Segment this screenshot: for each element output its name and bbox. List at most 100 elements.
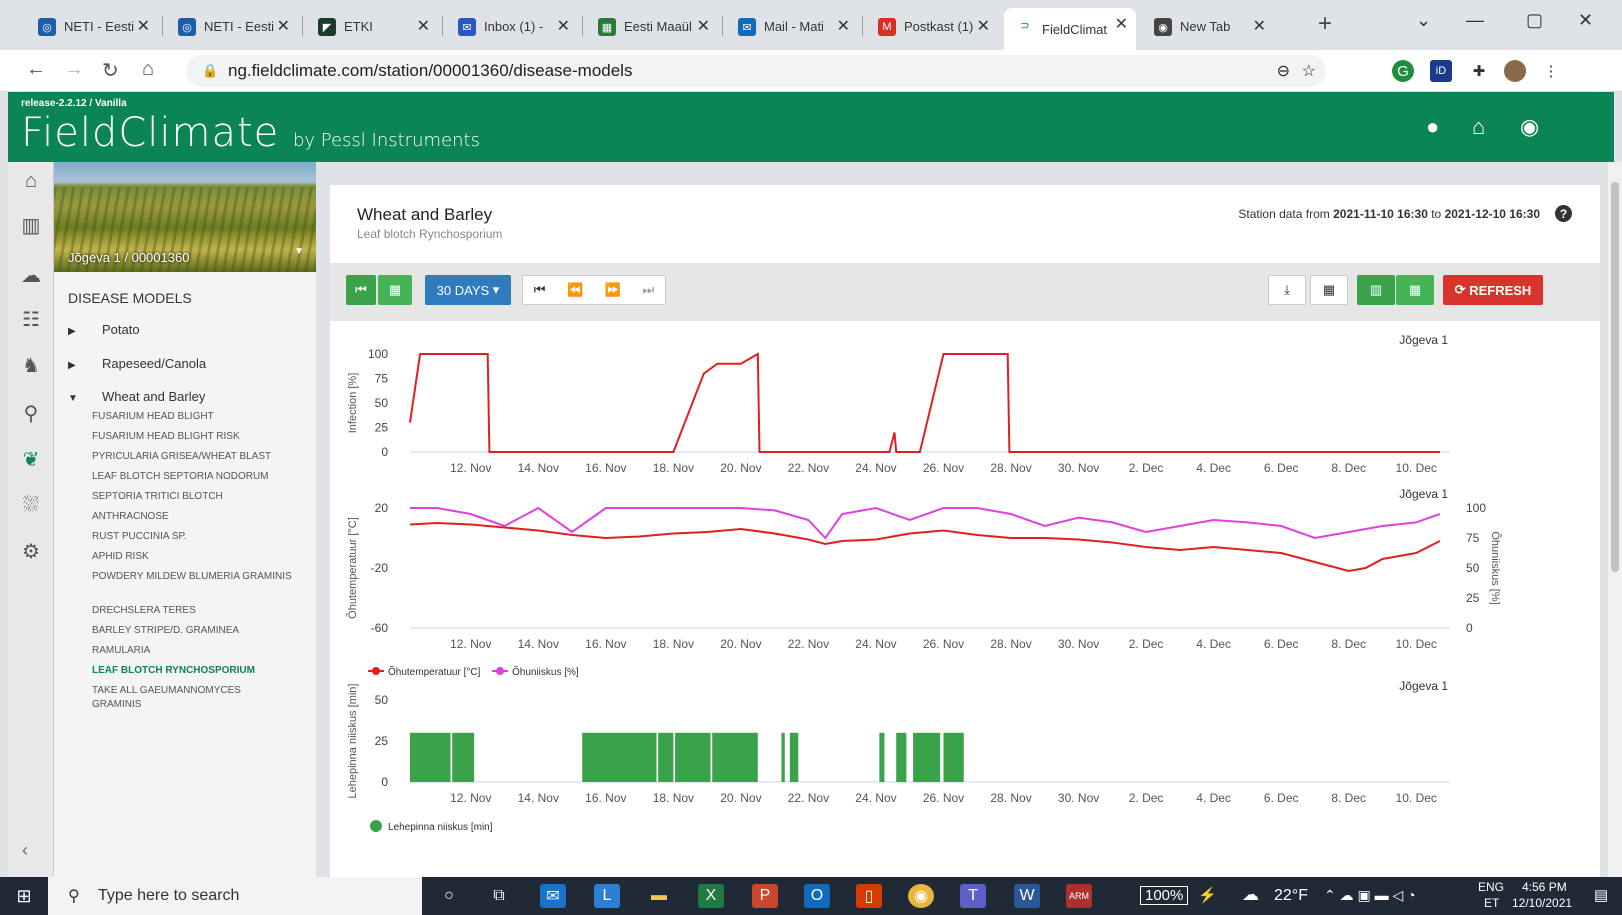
tray-icons[interactable]: ⌃ ☁ ▣ ▬ ◁ ◔ — [1324, 887, 1416, 904]
calendar-button[interactable]: ▦ — [378, 275, 412, 305]
taskbar-search[interactable]: ⚲ Type here to search — [48, 877, 422, 915]
browser-tab[interactable]: ⊃ FieldClimat ✕ — [1004, 8, 1136, 50]
chevron-down-icon[interactable]: ▼ — [294, 246, 304, 257]
task-view-icon[interactable]: ⧉ — [486, 884, 512, 908]
browser-tab[interactable]: ◎ NETI - Eesti ✕ — [166, 10, 298, 42]
browser-tab[interactable]: ✉ Inbox (1) - ✕ — [446, 10, 578, 42]
mail-app-icon[interactable]: ✉ — [540, 884, 566, 908]
close-window-icon[interactable]: ✕ — [1578, 10, 1593, 31]
sidebar-model-item[interactable]: RAMULARIA — [92, 644, 292, 658]
windows-start-icon[interactable]: ⊞ — [11, 884, 37, 908]
excel-icon[interactable]: X — [698, 884, 724, 908]
arm-app-icon[interactable]: ARM — [1066, 884, 1092, 908]
table-button[interactable]: ▦ — [1310, 275, 1348, 305]
back-icon[interactable]: ← — [26, 58, 46, 81]
irrigation-icon[interactable]: ⛆ — [18, 492, 44, 518]
scrollbar[interactable] — [1608, 162, 1622, 877]
tab-close-icon[interactable]: ✕ — [137, 16, 150, 36]
clock-date[interactable]: 12/10/2021 — [1512, 896, 1572, 910]
sidebar-model-item[interactable]: FUSARIUM HEAD BLIGHT — [92, 410, 292, 424]
sidebar-model-item[interactable]: RUST PUCCINIA SP. — [92, 530, 292, 544]
l-app-icon[interactable]: L — [594, 884, 620, 908]
language[interactable]: ENG — [1478, 880, 1504, 894]
weather-icon[interactable]: ☁ — [18, 262, 44, 288]
temperature[interactable]: 22°F — [1274, 887, 1308, 905]
last-icon[interactable]: ⏭ — [642, 282, 654, 298]
browser-tab[interactable]: ▦ Eesti Maaül ✕ — [586, 10, 718, 42]
sidebar-model-item[interactable]: LEAF BLOTCH SEPTORIA NODORUM — [92, 470, 292, 484]
clock-time[interactable]: 4:56 PM — [1522, 880, 1567, 894]
sidebar-category[interactable]: ▶ Potato — [68, 322, 140, 337]
chart-icon[interactable]: ▥ — [18, 212, 44, 238]
puzzle-icon[interactable]: ✚ — [1468, 60, 1490, 82]
sidebar-model-item[interactable]: FUSARIUM HEAD BLIGHT RISK — [92, 430, 292, 444]
collapse-sidebar-icon[interactable]: ‹ — [22, 840, 28, 861]
browser-tab[interactable]: ◎ NETI - Eesti ✕ — [26, 10, 158, 42]
tab-close-icon[interactable]: ✕ — [1253, 16, 1266, 36]
chart-view-button[interactable]: ▥ — [1357, 275, 1395, 305]
browser-tab[interactable]: ◤ ETKI ✕ — [306, 10, 438, 42]
cortana-icon[interactable]: ○ — [436, 884, 462, 908]
animal-icon[interactable]: ♞ — [18, 352, 44, 378]
first-period-button[interactable]: ⏮ — [346, 275, 376, 305]
help-icon[interactable]: ? — [1555, 205, 1572, 222]
browser-tab[interactable]: M Postkast (1) ✕ — [866, 10, 998, 42]
user-icon[interactable]: ● — [1426, 114, 1439, 140]
home-icon[interactable]: ⌂ — [142, 58, 154, 81]
teams-icon[interactable]: T — [960, 884, 986, 908]
id-extension-icon[interactable]: iD — [1430, 60, 1452, 82]
tab-close-icon[interactable]: ✕ — [837, 16, 850, 36]
sidebar-category[interactable]: ▼ Wheat and Barley — [68, 389, 205, 404]
outlook-icon[interactable]: O — [804, 884, 830, 908]
tab-close-icon[interactable]: ✕ — [557, 16, 570, 36]
farmer-icon[interactable]: ☷ — [18, 306, 44, 332]
url-field[interactable]: 🔒 ng.fieldclimate.com/station/00001360/d… — [186, 55, 1326, 87]
sensor-icon[interactable]: ⚲ — [18, 400, 44, 426]
browser-tab[interactable]: ◉ New Tab ✕ — [1142, 10, 1274, 42]
sidebar-model-item[interactable]: APHID RISK — [92, 550, 292, 564]
chrome-icon[interactable]: ◉ — [908, 884, 934, 908]
sidebar-model-item[interactable]: BARLEY STRIPE/D. GRAMINEA — [92, 624, 292, 638]
chevron-down-icon[interactable]: ⌄ — [1416, 10, 1431, 31]
office-icon[interactable]: ▯ — [856, 884, 882, 908]
notification-icon[interactable]: ▤ — [1594, 886, 1608, 904]
tab-close-icon[interactable]: ✕ — [417, 16, 430, 36]
refresh-button[interactable]: ⟳ REFRESH — [1443, 275, 1543, 305]
word-icon[interactable]: W — [1014, 884, 1040, 908]
menu-dots-icon[interactable]: ⋮ — [1540, 60, 1562, 82]
station-image[interactable]: Jõgeva 1 / 00001360 ▼ — [54, 162, 316, 272]
broadcast-icon[interactable]: ◉ — [1520, 114, 1539, 140]
sidebar-model-item[interactable]: LEAF BLOTCH RYNCHOSPORIUM — [92, 664, 292, 678]
maximize-icon[interactable]: ▢ — [1526, 10, 1543, 31]
star-icon[interactable]: ☆ — [1302, 61, 1316, 81]
period-dropdown[interactable]: 30 DAYS ▾ — [425, 275, 511, 305]
logo[interactable]: FieldClimate by Pessl Instruments — [21, 110, 480, 156]
reload-icon[interactable]: ↻ — [102, 58, 119, 83]
first-icon[interactable]: ⏮ — [534, 282, 546, 298]
browser-tab[interactable]: ✉ Mail - Mati ✕ — [726, 10, 858, 42]
grid-view-button[interactable]: ▦ — [1396, 275, 1434, 305]
sidebar-model-item[interactable]: ANTHRACNOSE — [92, 510, 292, 524]
tab-close-icon[interactable]: ✕ — [1115, 14, 1128, 34]
settings-icon[interactable]: ⚙ — [18, 538, 44, 564]
sidebar-model-item[interactable]: SEPTORIA TRITICI BLOTCH — [92, 490, 292, 504]
file-explorer-icon[interactable]: ▬ — [646, 884, 672, 908]
battery-indicator[interactable]: 100% — [1140, 886, 1189, 905]
tab-close-icon[interactable]: ✕ — [697, 16, 710, 36]
powerpoint-icon[interactable]: P — [752, 884, 778, 908]
new-tab-icon[interactable]: + — [1318, 10, 1332, 38]
forward-icon[interactable]: ⏩ — [605, 282, 621, 298]
farm-icon[interactable]: ⌂ — [1472, 114, 1485, 140]
sidebar-model-item[interactable]: DRECHSLERA TERES — [92, 604, 292, 618]
tab-close-icon[interactable]: ✕ — [977, 16, 990, 36]
forward-icon[interactable]: → — [64, 58, 84, 81]
sidebar-model-item[interactable]: TAKE ALL GAEUMANNOMYCES GRAMINIS — [92, 684, 292, 712]
sidebar-model-item[interactable]: PYRICULARIA GRISEA/WHEAT BLAST — [92, 450, 292, 464]
download-button[interactable]: ⤓ — [1268, 275, 1306, 305]
grammarly-icon[interactable]: G — [1392, 60, 1414, 82]
avatar[interactable] — [1504, 60, 1526, 82]
home-icon[interactable]: ⌂ — [18, 168, 44, 194]
sidebar-model-item[interactable]: POWDERY MILDEW BLUMERIA GRAMINIS — [92, 570, 292, 584]
minimize-icon[interactable]: — — [1466, 10, 1484, 31]
tab-close-icon[interactable]: ✕ — [277, 16, 290, 36]
